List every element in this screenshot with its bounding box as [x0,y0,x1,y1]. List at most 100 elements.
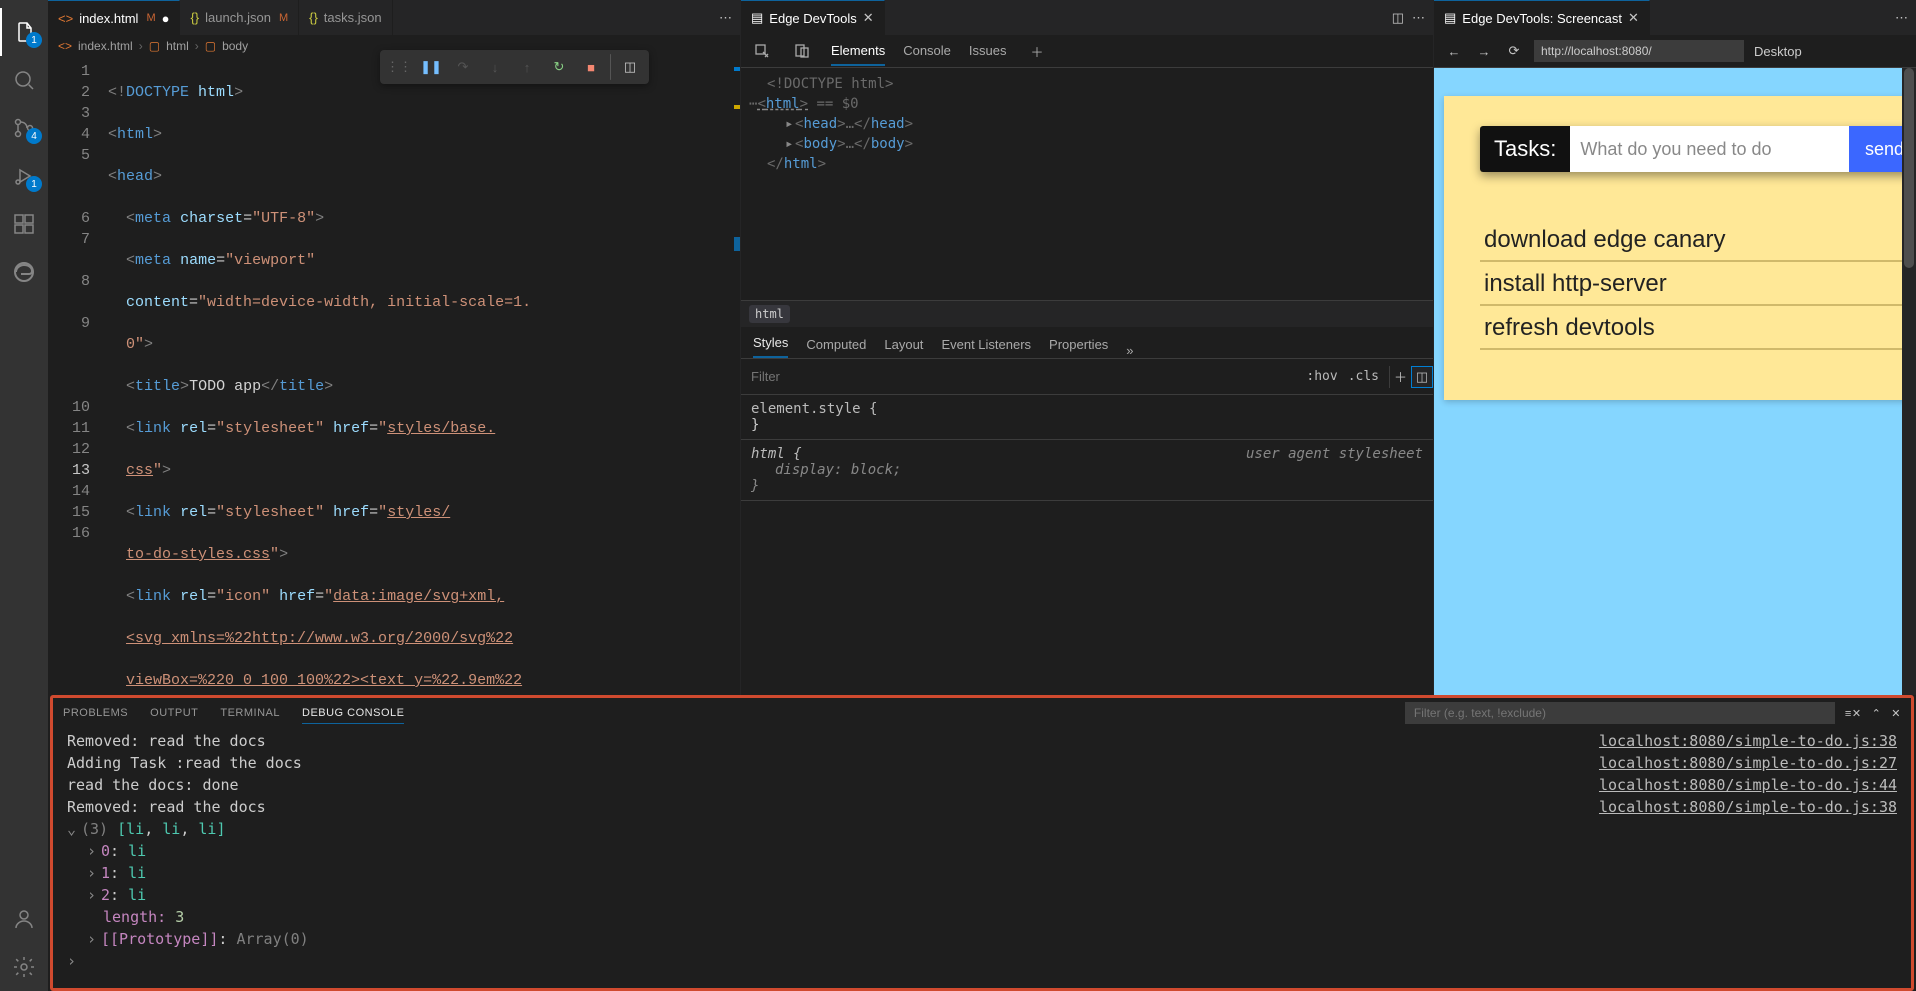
step-into-icon[interactable]: ↓ [482,54,508,80]
step-out-icon[interactable]: ↑ [514,54,540,80]
debug-console-output[interactable]: Removed: read the docs Adding Task :read… [53,728,1911,988]
source-link[interactable]: localhost:8080/simple-to-do.js:27 [1547,752,1897,774]
tab-dirty-icon: ● [162,11,170,26]
device-icon[interactable] [791,40,813,62]
pause-icon[interactable]: ❚❚ [418,54,444,80]
tab-modified-mark: M [146,12,155,24]
stop-icon[interactable]: ■ [578,54,604,80]
tab-issues[interactable]: Issues [969,37,1007,66]
tab-label: index.html [79,11,138,26]
screencast-pane: ▤ Edge DevTools: Screencast ✕ ⋯ ← → ⟳ De… [1434,0,1916,695]
html-file-icon: <> [58,39,72,53]
tab-edge-devtools[interactable]: ▤ Edge DevTools ✕ [741,0,885,35]
todo-item[interactable]: download edge canary [1480,218,1916,262]
hov-toggle[interactable]: :hov [1306,369,1337,384]
chevron-right-icon: › [195,39,199,53]
dom-breadcrumb[interactable]: html [741,301,1433,327]
screencast-nav-bar: ← → ⟳ Desktop [1434,35,1916,68]
tab-problems[interactable]: PROBLEMS [63,703,128,723]
drag-handle-icon[interactable]: ⋮⋮ [386,54,412,80]
explorer-badge: 1 [26,32,42,48]
restart-icon[interactable]: ↻ [546,54,572,80]
close-icon[interactable]: ✕ [1628,10,1639,26]
devtools-pane-icon[interactable]: ◫ [617,54,643,80]
expand-icon[interactable]: › [87,884,101,906]
dom-tree[interactable]: <!DOCTYPE html> ⋯<html> == $0 ▸<head>…</… [741,68,1433,301]
styles-body[interactable]: element.style { } html {user agent style… [741,395,1433,695]
inspect-icon[interactable] [751,40,773,62]
new-style-rule-icon[interactable]: ＋ [1389,366,1411,388]
tab-label: tasks.json [324,10,382,25]
settings-icon[interactable] [0,943,48,991]
tab-computed[interactable]: Computed [806,337,866,358]
step-over-icon[interactable]: ↷ [450,54,476,80]
more-actions-icon[interactable]: ⋯ [1895,10,1908,26]
source-link[interactable]: localhost:8080/simple-to-do.js:38 [1547,796,1897,818]
todo-item[interactable]: install http-server [1480,262,1916,306]
device-label[interactable]: Desktop [1754,44,1802,59]
tab-debug-console[interactable]: DEBUG CONSOLE [302,703,404,724]
close-icon[interactable]: ✕ [863,10,874,26]
run-debug-icon[interactable]: 1 [0,152,48,200]
tab-label: launch.json [205,10,271,25]
tab-layout[interactable]: Layout [884,337,923,358]
json-file-icon: {} [309,10,318,25]
source-link[interactable]: localhost:8080/simple-to-do.js:38 [1547,730,1897,752]
line-gutter: 1234 5 67 8 9 10 111213 141516 [48,57,108,695]
tab-console[interactable]: Console [903,37,951,66]
minimap[interactable] [732,57,740,695]
extensions-icon[interactable] [0,200,48,248]
tab-output[interactable]: OUTPUT [150,703,198,723]
console-prompt-icon[interactable]: › [67,950,81,972]
explorer-icon[interactable]: 1 [0,8,48,56]
forward-icon[interactable]: → [1474,44,1494,59]
clear-console-icon[interactable]: ≡✕ [1845,707,1862,720]
reload-icon[interactable]: ⟳ [1504,43,1524,59]
expand-icon[interactable]: › [87,840,101,862]
more-tabs-icon[interactable]: » [1126,343,1133,358]
editor-tab-bar: <> index.html M ● {} launch.json M {} ta… [48,0,740,35]
close-panel-icon[interactable]: ✕ [1891,707,1901,720]
console-filter-input[interactable] [1405,702,1835,724]
collapse-icon[interactable]: ⌃ [1872,707,1882,720]
tab-launch-json[interactable]: {} launch.json M [180,0,299,35]
split-editor-icon[interactable]: ◫ [1392,10,1404,26]
more-actions-icon[interactable]: ⋯ [719,10,732,26]
tab-event-listeners[interactable]: Event Listeners [941,337,1031,358]
computed-pane-icon[interactable]: ◫ [1411,366,1433,388]
search-icon[interactable] [0,56,48,104]
back-icon[interactable]: ← [1444,44,1464,59]
tab-index-html[interactable]: <> index.html M ● [48,0,180,35]
devtools-tab-bar: ▤ Edge DevTools ✕ ◫ ⋯ [741,0,1433,35]
more-actions-icon[interactable]: ⋯ [1412,10,1425,26]
tasks-label: Tasks: [1480,126,1570,172]
account-icon[interactable] [0,895,48,943]
scrollbar[interactable] [1902,68,1916,695]
styles-filter-input[interactable] [741,359,1296,394]
tab-tasks-json[interactable]: {} tasks.json [299,0,393,35]
task-input[interactable] [1570,126,1849,172]
expand-icon[interactable]: ▸ [785,134,795,154]
expand-icon[interactable]: › [87,862,101,884]
source-link[interactable]: localhost:8080/simple-to-do.js:44 [1547,774,1897,796]
tab-styles[interactable]: Styles [753,335,788,358]
scm-icon[interactable]: 4 [0,104,48,152]
screencast-viewport[interactable]: Tasks: send download edge canary install… [1434,68,1916,695]
tab-properties[interactable]: Properties [1049,337,1108,358]
debug-badge: 1 [26,176,42,192]
expand-icon[interactable]: › [87,928,101,950]
expand-icon[interactable]: ▸ [785,114,795,134]
url-input[interactable] [1534,40,1744,62]
todo-item[interactable]: refresh devtools [1480,306,1916,350]
tab-terminal[interactable]: TERMINAL [220,703,280,723]
code-editor[interactable]: 1234 5 67 8 9 10 111213 141516 <!DOCTYPE… [48,57,740,695]
activity-bar: 1 4 1 [0,0,48,991]
tab-screencast[interactable]: ▤ Edge DevTools: Screencast ✕ [1434,0,1650,35]
code-content[interactable]: <!DOCTYPE html> <html> <head> <meta char… [108,57,732,695]
devtools-pane: ▤ Edge DevTools ✕ ◫ ⋯ Elements Console I… [741,0,1434,695]
edge-icon[interactable] [0,248,48,296]
tab-elements[interactable]: Elements [831,37,885,66]
add-tab-icon[interactable]: ＋ [1030,42,1043,61]
collapse-icon[interactable]: ⌄ [67,818,81,840]
cls-toggle[interactable]: .cls [1348,369,1379,384]
